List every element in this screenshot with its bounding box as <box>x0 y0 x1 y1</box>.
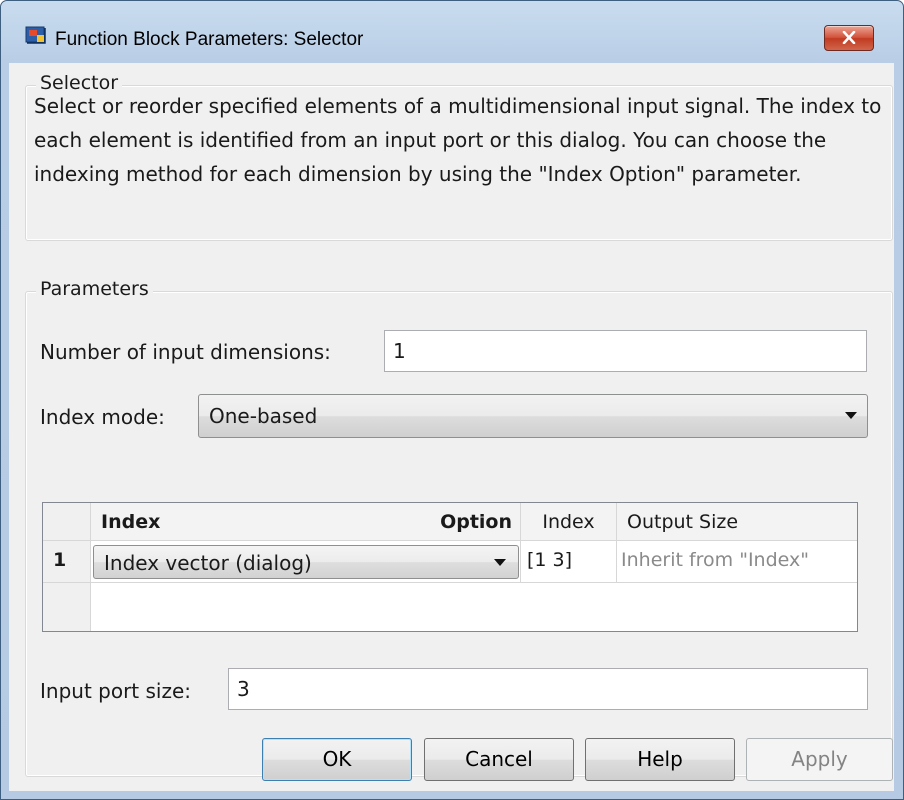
description-group: Selector Select or reorder specified ele… <box>25 72 893 241</box>
index-value-cell[interactable]: [1 3] <box>521 541 617 583</box>
chevron-down-icon <box>845 412 857 419</box>
num-dims-label: Number of input dimensions: <box>40 340 331 364</box>
table-corner <box>43 503 91 541</box>
cancel-button[interactable]: Cancel <box>424 738 574 781</box>
parameters-group-title: Parameters <box>36 278 153 300</box>
ok-button[interactable]: OK <box>262 738 412 781</box>
index-option-value: Index vector (dialog) <box>104 551 312 575</box>
index-mode-label: Index mode: <box>40 405 165 429</box>
window-title: Function Block Parameters: Selector <box>55 29 364 50</box>
empty-row-gutter <box>43 583 91 631</box>
port-size-label: Input port size: <box>40 679 192 703</box>
row-number: 1 <box>43 541 91 583</box>
index-mode-value: One-based <box>209 404 318 428</box>
parameters-group: Parameters Number of input dimensions: 1… <box>25 278 893 777</box>
index-table: Index Option Index Output Size 1 Index v… <box>42 502 858 632</box>
help-button[interactable]: Help <box>585 738 735 781</box>
dialog-window: Function Block Parameters: Selector Sele… <box>0 0 904 800</box>
index-option-select[interactable]: Index vector (dialog) <box>93 545 519 579</box>
num-dims-field[interactable]: 1 <box>384 330 867 372</box>
column-header-option[interactable]: Option <box>413 503 521 541</box>
column-header-output-size[interactable]: Output Size <box>617 503 857 541</box>
close-button[interactable] <box>824 25 874 51</box>
title-bar[interactable]: Function Block Parameters: Selector <box>1 1 903 63</box>
block-description: Select or reorder specified elements of … <box>34 94 882 186</box>
close-icon <box>842 31 856 44</box>
index-mode-select[interactable]: One-based <box>198 394 868 438</box>
column-header-index-value[interactable]: Index <box>521 503 617 541</box>
dialog-content: Selector Select or reorder specified ele… <box>9 63 894 791</box>
port-size-field[interactable]: 3 <box>228 668 868 710</box>
output-size-cell[interactable]: Inherit from "Index" <box>617 541 857 583</box>
chevron-down-icon <box>494 559 506 566</box>
apply-button[interactable]: Apply <box>746 738 893 781</box>
simulink-block-icon <box>25 24 47 46</box>
